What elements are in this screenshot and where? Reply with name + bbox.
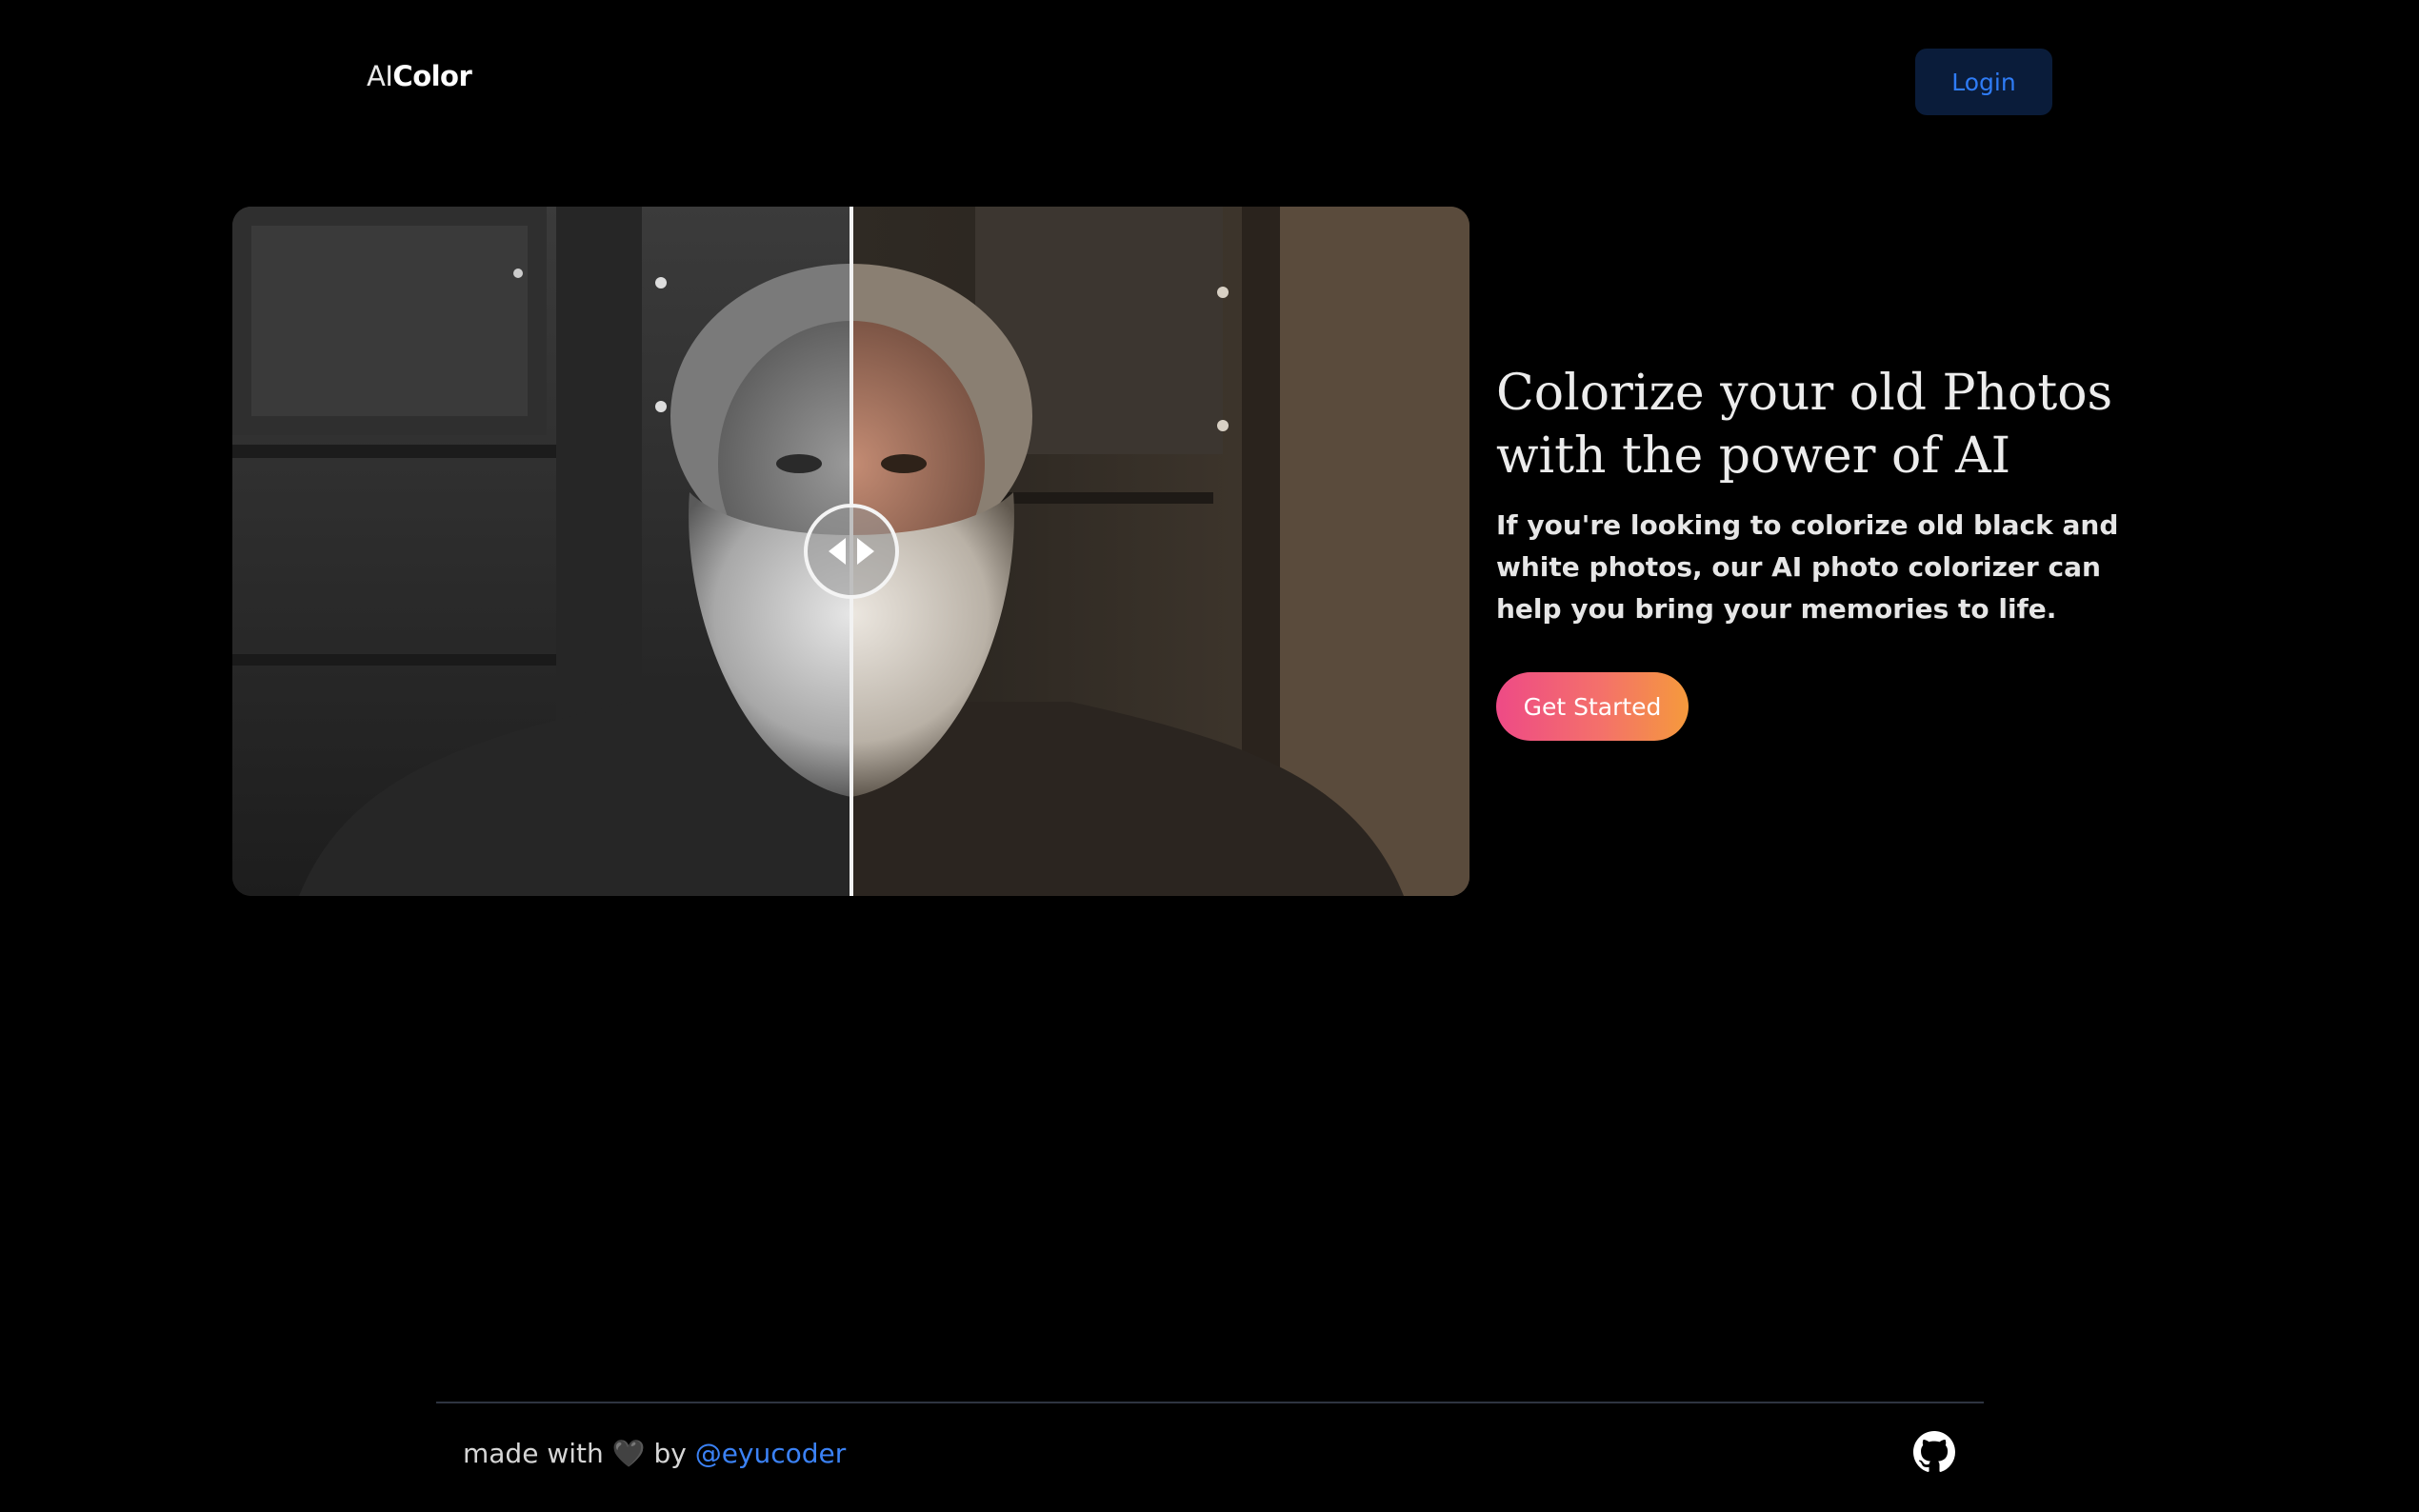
hero-title: Colorize your old Photos with the power … bbox=[1496, 365, 2113, 485]
comparison-slider-handle[interactable] bbox=[804, 504, 899, 599]
left-right-arrows-icon bbox=[829, 538, 874, 565]
login-button[interactable]: Login bbox=[1915, 49, 2052, 115]
before-after-comparison[interactable] bbox=[232, 207, 1469, 896]
footer-by: by bbox=[653, 1438, 687, 1469]
author-link[interactable]: @eyucoder bbox=[695, 1438, 847, 1469]
footer-divider bbox=[436, 1402, 1984, 1403]
heart-icon: 🖤 bbox=[611, 1438, 646, 1469]
footer-credit: made with 🖤 by @eyucoder bbox=[463, 1438, 846, 1469]
logo-prefix: AI bbox=[367, 60, 393, 92]
page: AIColor Login Colorize your old Photos w… bbox=[0, 0, 2419, 1512]
github-icon[interactable] bbox=[1913, 1431, 1955, 1473]
get-started-button[interactable]: Get Started bbox=[1496, 672, 1689, 741]
app-logo[interactable]: AIColor bbox=[367, 60, 472, 92]
hero-description: If you're looking to colorize old black … bbox=[1496, 509, 2119, 625]
logo-main: Color bbox=[392, 60, 472, 92]
footer-made-with: made with bbox=[463, 1438, 604, 1469]
